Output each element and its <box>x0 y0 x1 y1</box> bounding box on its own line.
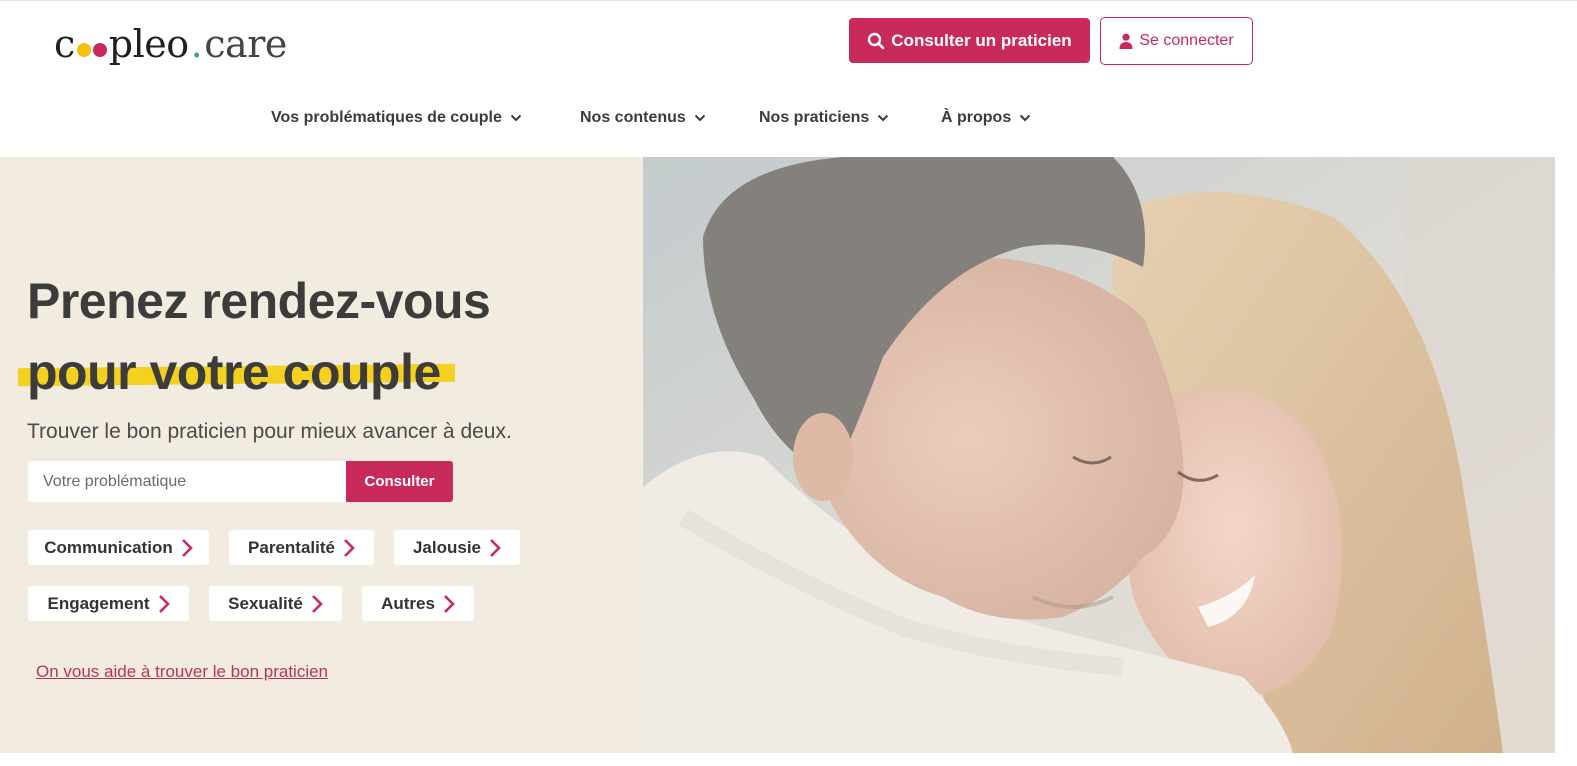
chevron-right-icon <box>311 594 323 613</box>
chip-label: Sexualité <box>228 593 303 613</box>
chevron-right-icon <box>181 538 193 557</box>
chevron-down-icon <box>510 114 522 122</box>
consult-practitioner-button[interactable]: Consulter un praticien <box>849 18 1090 63</box>
chevron-down-icon <box>1020 114 1031 122</box>
logo[interactable]: c pleo . care <box>54 22 287 72</box>
chip-label: Jalousie <box>412 537 482 557</box>
hero-image <box>643 157 1555 753</box>
nav-item-contenus[interactable]: Nos contenus <box>580 96 706 140</box>
hero-right-gutter <box>1555 157 1577 753</box>
chip-engagement[interactable]: Engagement <box>28 586 189 621</box>
logo-dots <box>76 43 108 57</box>
logo-dot-yellow <box>76 43 91 57</box>
couple-photo <box>643 157 1555 753</box>
search-icon <box>868 32 885 49</box>
chip-sexualite[interactable]: Sexualité <box>209 586 342 621</box>
problem-search-input[interactable] <box>28 461 346 502</box>
chip-label: Autres <box>381 593 435 613</box>
nav-item-label: Nos contenus <box>580 109 686 126</box>
hero-title-line2: pour votre couple <box>27 344 441 400</box>
help-find-practitioner-link[interactable]: On vous aide à trouver le bon praticien <box>36 662 328 682</box>
chevron-right-icon <box>344 538 355 557</box>
nav-item-label: Vos problématiques de couple <box>271 109 502 126</box>
hero-title-line1: Prenez rendez-vous <box>27 273 491 329</box>
chip-jalousie[interactable]: Jalousie <box>394 530 520 565</box>
logo-suffix: care <box>204 22 287 66</box>
top-border <box>0 0 1577 1</box>
chevron-right-icon <box>444 594 455 613</box>
nav-item-label: Nos praticiens <box>759 109 870 126</box>
chevron-right-icon <box>490 538 501 557</box>
chip-communication[interactable]: Communication <box>28 530 209 565</box>
nav-item-praticiens[interactable]: Nos praticiens <box>759 96 889 140</box>
logo-separator: . <box>190 22 203 66</box>
login-button[interactable]: Se connecter <box>1100 17 1253 65</box>
chevron-down-icon <box>878 114 889 122</box>
hero-subtitle: Trouver le bon praticien pour mieux avan… <box>27 420 512 443</box>
nav-item-label: À propos <box>941 109 1012 126</box>
user-icon <box>1119 33 1133 49</box>
main-nav: Vos problématiques de couple Nos contenu… <box>0 96 1577 140</box>
chip-parentalite[interactable]: Parentalité <box>229 530 374 565</box>
chip-label: Engagement <box>47 593 150 613</box>
logo-text-right: pleo <box>108 22 189 66</box>
nav-item-problematiques[interactable]: Vos problématiques de couple <box>271 96 522 140</box>
chevron-down-icon <box>694 114 706 122</box>
logo-dot-pink <box>92 43 107 57</box>
consult-practitioner-label: Consulter un praticien <box>891 30 1072 50</box>
chip-label: Communication <box>44 537 173 557</box>
nav-item-a-propos[interactable]: À propos <box>941 96 1031 140</box>
login-label: Se connecter <box>1139 32 1234 49</box>
chip-label: Parentalité <box>248 537 335 557</box>
chip-autres[interactable]: Autres <box>362 586 474 621</box>
chevron-right-icon <box>158 594 170 613</box>
logo-text-left: c <box>54 22 75 66</box>
consult-button[interactable]: Consulter <box>346 461 453 502</box>
